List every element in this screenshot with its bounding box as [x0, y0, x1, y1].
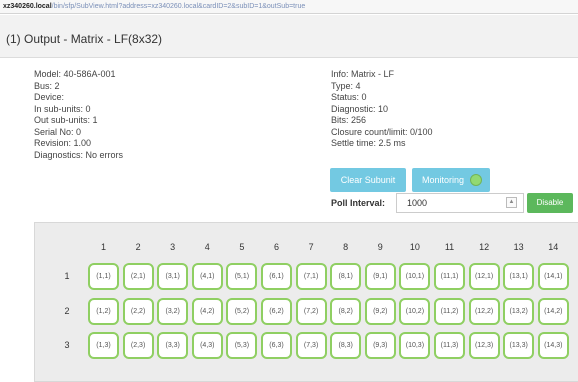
bits-text: Bits: 256 — [331, 115, 367, 125]
device-text: Device: — [34, 92, 65, 102]
settle-time-text: Settle time: 2.5 ms — [331, 138, 406, 148]
address-bar[interactable]: xz340260.local/bin/sfp/SubView.html?addr… — [0, 0, 578, 14]
matrix-crosspoint-button[interactable]: (5,1) — [226, 263, 258, 290]
matrix-crosspoint-button[interactable]: (5,2) — [226, 297, 258, 325]
model-text: Model: 40-586A-001 — [34, 69, 116, 79]
matrix-crosspoint-button[interactable]: (13,2) — [503, 297, 535, 325]
matrix-crosspoint-button[interactable]: (10,3) — [399, 332, 431, 359]
diagnostic-text: Diagnostic: 10 — [331, 103, 389, 114]
serial-no-text: Serial No: 0 — [34, 126, 82, 137]
matrix-crosspoint-button[interactable]: (8,2) — [330, 297, 362, 325]
page-header: (1) Output - Matrix - LF(8x32) — [0, 15, 578, 58]
matrix-column-header: 3 — [170, 242, 176, 252]
device-info-right: Info: Matrix - LF Type: 4 Status: 0 Diag… — [331, 69, 433, 150]
info-text: Info: Matrix - LF — [331, 69, 395, 79]
matrix-column-header: 6 — [273, 242, 279, 252]
matrix-column-header: 9 — [377, 242, 383, 252]
matrix-column-header: 11 — [444, 242, 455, 252]
matrix-crosspoint-button[interactable]: (1,3) — [88, 332, 119, 359]
device-info-left: Model: 40-586A-001 Bus: 2 Device: In sub… — [34, 69, 123, 161]
out-subunits-text: Out sub-units: 1 — [34, 115, 98, 125]
matrix-crosspoint-button[interactable]: (10,1) — [399, 263, 431, 290]
matrix-crosspoint-button[interactable]: (9,2) — [364, 297, 396, 325]
revision-text: Revision: 1.00 — [34, 138, 92, 148]
matrix-column-header: 12 — [479, 242, 490, 252]
matrix-column-header: 8 — [343, 242, 349, 252]
matrix-crosspoint-button[interactable]: (12,2) — [468, 297, 500, 325]
matrix-column-header: 10 — [409, 242, 420, 252]
matrix-crosspoint-button[interactable]: (6,3) — [261, 332, 292, 359]
poll-interval-input[interactable] — [396, 193, 524, 213]
matrix-crosspoint-button[interactable]: (4,1) — [191, 263, 223, 290]
monitoring-status-icon — [470, 174, 482, 186]
matrix-row-header: 1 — [64, 271, 70, 281]
matrix-crosspoint-button[interactable]: (3,3) — [157, 332, 189, 359]
matrix-crosspoint-button[interactable]: (2,1) — [122, 263, 154, 290]
url-host: xz340260.local — [3, 3, 52, 10]
matrix-panel: 1 2 3 4 5 6 7 8 9 10 11 12 13 14 1 (1,1) (2,1) (3,1) (4,1)… — [34, 222, 578, 382]
matrix-column-header: 4 — [204, 242, 210, 252]
matrix-crosspoint-button[interactable]: (11,3) — [434, 332, 465, 359]
matrix-crosspoint-button[interactable]: (14,1) — [537, 263, 569, 290]
matrix-column-header: 13 — [513, 242, 524, 252]
matrix-crosspoint-button[interactable]: (7,2) — [295, 297, 327, 325]
clear-subunit-button[interactable]: Clear Subunit — [330, 168, 406, 192]
matrix-column-header: 7 — [308, 242, 314, 252]
matrix-crosspoint-button[interactable]: (10,2) — [399, 297, 431, 325]
matrix-crosspoint-button[interactable]: (9,3) — [364, 332, 396, 359]
matrix-crosspoint-button[interactable]: (7,3) — [295, 332, 327, 359]
matrix-crosspoint-button[interactable]: (2,2) — [122, 297, 154, 325]
matrix-crosspoint-button[interactable]: (13,1) — [503, 263, 535, 290]
monitoring-label: Monitoring — [422, 175, 465, 185]
closure-count-text: Closure count/limit: 0/100 — [331, 126, 433, 137]
matrix-crosspoint-button[interactable]: (14,3) — [537, 332, 569, 359]
matrix-crosspoint-button[interactable]: (2,3) — [122, 332, 154, 359]
matrix-crosspoint-button[interactable]: (3,1) — [157, 263, 189, 290]
matrix-crosspoint-button[interactable]: (7,1) — [295, 263, 327, 290]
poll-interval-label: Poll Interval: — [331, 198, 386, 208]
matrix-crosspoint-button[interactable]: (3,2) — [157, 297, 189, 325]
url-path: /bin/sfp/SubView.html?address=xz340260.l… — [51, 3, 306, 10]
in-subunits-text: In sub-units: 0 — [34, 103, 91, 114]
matrix-crosspoint-button[interactable]: (1,2) — [88, 297, 119, 325]
matrix-crosspoint-button[interactable]: (12,1) — [468, 263, 500, 290]
matrix-crosspoint-button[interactable]: (6,2) — [261, 297, 292, 325]
matrix-crosspoint-button[interactable]: (9,1) — [364, 263, 396, 290]
matrix-column-header: 2 — [135, 242, 141, 252]
disable-button[interactable]: Disable — [527, 193, 573, 213]
matrix-crosspoint-button[interactable]: (6,1) — [261, 263, 292, 290]
matrix-row-header: 3 — [64, 340, 70, 350]
type-text: Type: 4 — [331, 80, 361, 91]
matrix-crosspoint-button[interactable]: (5,3) — [226, 332, 258, 359]
matrix-crosspoint-button[interactable]: (4,2) — [191, 297, 223, 325]
matrix-column-header: 1 — [100, 242, 106, 252]
status-text: Status: 0 — [331, 92, 367, 102]
matrix-column-header: 5 — [239, 242, 245, 252]
diagnostics-text: Diagnostics: No errors — [34, 149, 124, 160]
matrix-row-header: 2 — [64, 305, 70, 316]
matrix-crosspoint-button[interactable]: (1,1) — [88, 263, 119, 290]
spinner-icon[interactable]: ▲ — [506, 197, 517, 208]
matrix-crosspoint-button[interactable]: (14,2) — [537, 297, 569, 325]
matrix-crosspoint-button[interactable]: (13,3) — [503, 332, 535, 359]
matrix-crosspoint-button[interactable]: (12,3) — [468, 332, 500, 359]
matrix-crosspoint-button[interactable]: (11,2) — [434, 297, 465, 325]
matrix-crosspoint-button[interactable]: (4,3) — [191, 332, 223, 359]
bus-text: Bus: 2 — [34, 80, 60, 91]
matrix-crosspoint-button[interactable]: (11,1) — [434, 263, 465, 290]
monitoring-button[interactable]: Monitoring — [412, 168, 490, 192]
matrix-crosspoint-button[interactable]: (8,1) — [330, 263, 362, 290]
matrix-crosspoint-button[interactable]: (8,3) — [330, 332, 362, 359]
page-title: (1) Output - Matrix - LF(8x32) — [6, 32, 163, 46]
matrix-column-header: 14 — [548, 242, 559, 252]
